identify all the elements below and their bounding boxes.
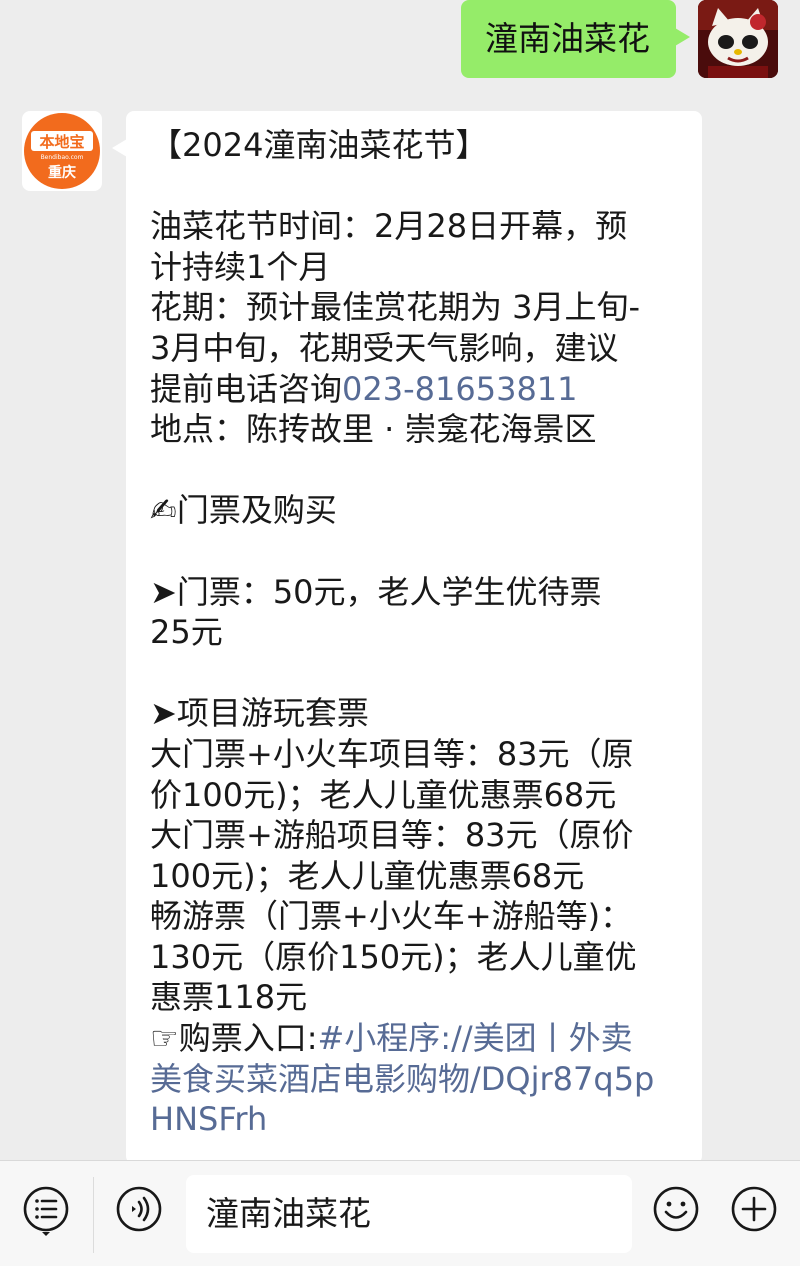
- ticket-price-line: ➤门票：50元，老人学生优待票: [150, 572, 602, 611]
- message-input[interactable]: 潼南油菜花: [186, 1175, 632, 1253]
- location-line: 地点：陈抟故里 · 崇龛花海景区: [150, 410, 597, 449]
- incoming-message-bubble[interactable]: 【2024潼南油菜花节】 油菜花节时间：2月28日开幕，预 计持续1个月 花期：…: [112, 111, 702, 1160]
- user-avatar[interactable]: [698, 0, 778, 78]
- svg-text:Bendibao.com: Bendibao.com: [41, 154, 84, 161]
- package-line: 100元)；老人儿童优惠票68元: [150, 856, 585, 895]
- hello-kitty-avatar-image: [698, 0, 778, 78]
- outgoing-message-bubble[interactable]: 潼南油菜花: [461, 0, 690, 78]
- bendibao-logo-icon: 本地宝 Bendibao.com 重庆: [24, 113, 100, 189]
- package-heading: ➤项目游玩套票: [150, 694, 369, 733]
- outgoing-message-row: 潼南油菜花: [461, 0, 778, 78]
- package-line: 大门票+游船项目等：83元（原价: [150, 816, 634, 855]
- phone-link[interactable]: 023-81653811: [342, 370, 578, 408]
- emoji-icon[interactable]: [652, 1185, 700, 1233]
- chat-area: 潼南油菜花 本地宝 Bendibao.com 重庆 【2024潼南油菜花节】 油…: [0, 0, 800, 1160]
- ticket-price-line: 25元: [150, 613, 223, 652]
- purchase-line: ☞购票入口:#小程序://美团丨外卖: [150, 1018, 684, 1059]
- voice-icon[interactable]: [115, 1185, 163, 1233]
- ticket-heading: ✍门票及购买: [150, 491, 337, 530]
- festival-time-line: 油菜花节时间：2月28日开幕，预: [150, 207, 628, 246]
- package-line: 大门票+小火车项目等：83元（原: [150, 734, 634, 773]
- svg-text:重庆: 重庆: [48, 164, 76, 181]
- bendibao-avatar[interactable]: 本地宝 Bendibao.com 重庆: [22, 111, 102, 191]
- festival-time-line: 计持续1个月: [150, 247, 331, 286]
- message-input-text: 潼南油菜花: [206, 1194, 371, 1233]
- package-line: 惠票118元: [150, 978, 308, 1017]
- package-line: 130元（原价150元)；老人儿童优: [150, 937, 637, 976]
- package-line: 价100元)；老人儿童优惠票68元: [150, 775, 617, 814]
- purchase-label: ☞购票入口:: [150, 1019, 318, 1058]
- message-title: 【2024潼南油菜花节】: [150, 126, 488, 164]
- bloom-period-line: 花期：预计最佳赏花期为 3月上旬-: [150, 288, 641, 327]
- list-menu-icon[interactable]: [22, 1185, 70, 1236]
- input-bar: 潼南油菜花: [0, 1160, 800, 1266]
- package-line: 畅游票（门票+小火车+游船等)：: [150, 897, 633, 936]
- svg-text:本地宝: 本地宝: [39, 133, 84, 151]
- mini-program-link[interactable]: 美食买菜酒店电影购物/DQjr87q5p: [150, 1059, 684, 1100]
- plus-icon[interactable]: [730, 1185, 778, 1233]
- consult-text: 提前电话咨询: [150, 369, 343, 408]
- bloom-period-line: 提前电话咨询023-81653811: [150, 369, 684, 410]
- outgoing-message-text: 潼南油菜花: [485, 19, 650, 58]
- mini-program-link[interactable]: HNSFrh: [150, 1099, 684, 1140]
- mini-program-link[interactable]: #小程序://美团丨外卖: [317, 1019, 632, 1057]
- bloom-period-line: 3月中旬，花期受天气影响，建议: [150, 328, 619, 367]
- bar-divider: [93, 1177, 94, 1253]
- incoming-message-row: 本地宝 Bendibao.com 重庆 【2024潼南油菜花节】 油菜花节时间：…: [22, 111, 702, 1160]
